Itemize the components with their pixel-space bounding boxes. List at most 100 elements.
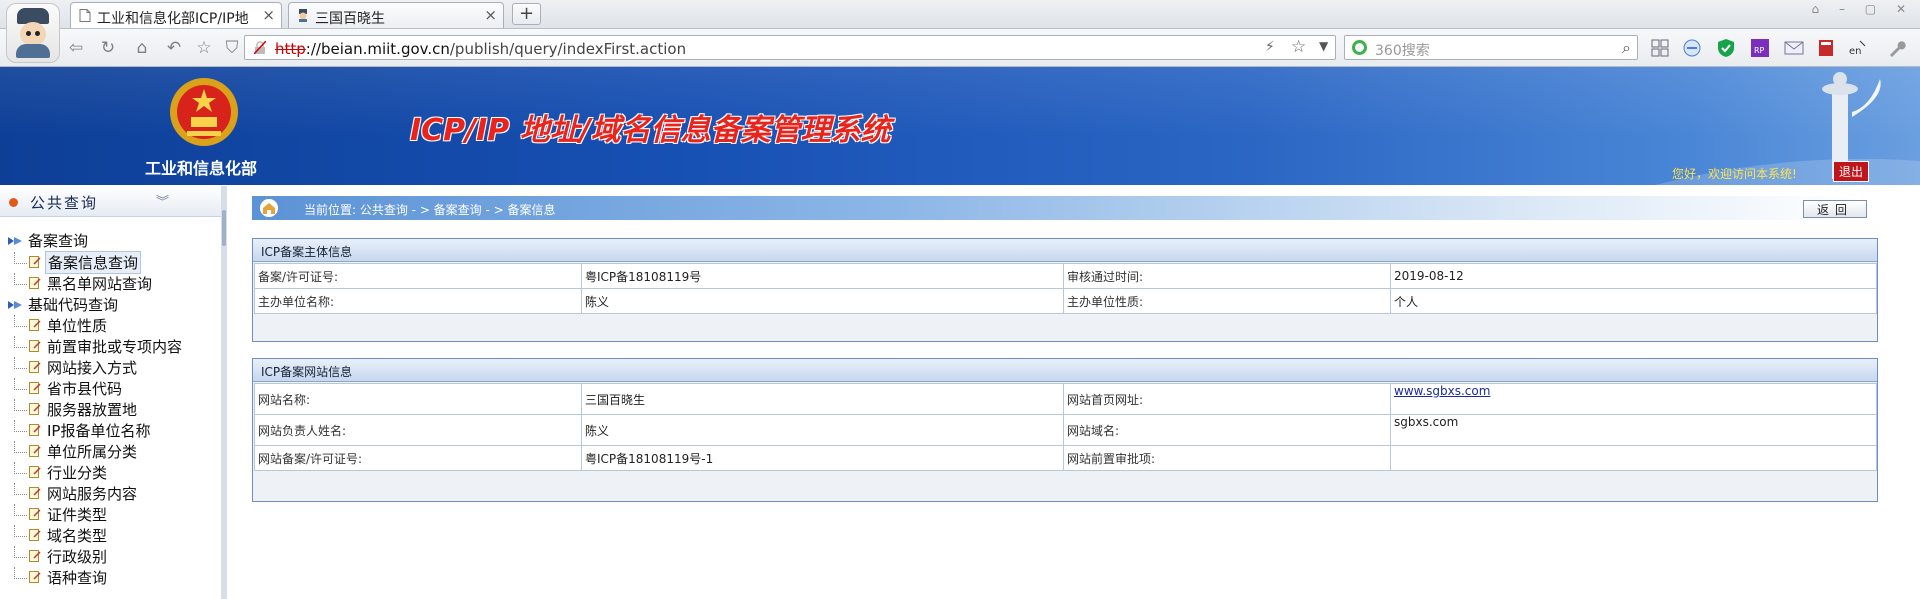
page-edit-icon: [29, 361, 41, 373]
home-icon[interactable]: [260, 199, 278, 217]
group-folder-icon: [8, 301, 22, 309]
page-edit-icon: [29, 382, 41, 394]
translate-en-icon[interactable]: en: [1848, 38, 1868, 58]
page-edit-icon: [29, 340, 41, 352]
new-tab-button[interactable]: +: [512, 3, 541, 25]
rp-extension-icon[interactable]: RP: [1750, 38, 1770, 58]
sidebar: 公共查询 ︾ 备案查询 备案信息查询 黑名单网站查询 基础代码查询 单位性质 前…: [0, 186, 222, 599]
value-approval-time: 2019-08-12: [1390, 263, 1877, 289]
mail-icon[interactable]: [1784, 38, 1804, 58]
url-text[interactable]: http://beian.miit.gov.cn/publish/query/i…: [275, 40, 686, 58]
close-tab-icon[interactable]: ×: [262, 6, 275, 24]
label-homepage-url: 网站首页网址:: [1063, 383, 1391, 415]
value-site-license-no: 粤ICP备18108119号-1: [581, 445, 1064, 471]
page-edit-icon: [29, 256, 41, 268]
close-tab-icon[interactable]: ×: [484, 6, 497, 24]
page-edit-icon: [29, 571, 41, 583]
refresh-icon[interactable]: ↻: [98, 38, 118, 58]
chevron-down-icon[interactable]: ▼: [1319, 39, 1328, 53]
label-site-name: 网站名称:: [254, 383, 582, 415]
tree-group-basic-codes[interactable]: 基础代码查询: [8, 294, 118, 315]
page-edit-icon: [29, 487, 41, 499]
tab-sgbxs[interactable]: 三国百晓生 ×: [288, 2, 504, 28]
subject-info-panel: ICP备案主体信息 备案/许可证号: 粤ICP备18108119号 审核通过时间…: [252, 238, 1878, 342]
website-info-panel: ICP备案网站信息 网站名称: 三国百晓生 网站首页网址: www.sgbxs.…: [252, 358, 1878, 502]
subject-info-table: 备案/许可证号: 粤ICP备18108119号 审核通过时间: 2019-08-…: [254, 263, 1877, 314]
grid-apps-icon[interactable]: [1650, 38, 1670, 58]
page-edit-icon: [29, 445, 41, 457]
table-row: 网站负责人姓名: 陈义 网站域名: sgbxs.com: [254, 414, 1877, 446]
label-site-owner: 网站负责人姓名:: [254, 414, 582, 446]
page-edit-icon: [29, 550, 41, 562]
homepage-link[interactable]: www.sgbxs.com: [1394, 384, 1490, 398]
search-engine-logo-icon: [1352, 40, 1367, 55]
tab-label: 工业和信息化部ICP/IP地: [97, 11, 249, 27]
browser-logo-icon[interactable]: [6, 3, 60, 63]
sidebar-splitter[interactable]: [221, 186, 227, 599]
logout-button[interactable]: 退出: [1833, 161, 1870, 182]
website-info-table: 网站名称: 三国百晓生 网站首页网址: www.sgbxs.com 网站负责人姓…: [254, 383, 1877, 471]
group-folder-icon: [8, 237, 22, 245]
value-site-owner: 陈义: [581, 414, 1064, 446]
shield-icon[interactable]: ⛉: [222, 38, 242, 58]
back-arrow-icon[interactable]: ⇦: [66, 38, 86, 58]
panel-title: ICP备案主体信息: [261, 245, 353, 259]
collapse-chevron-icon[interactable]: ︾: [156, 191, 169, 210]
tree-group-label: 基础代码查询: [28, 296, 119, 314]
search-icon[interactable]: ⌕: [1622, 38, 1631, 58]
page-edit-icon: [29, 424, 41, 436]
national-emblem-icon: [170, 78, 238, 146]
browser-tab-bar: 工业和信息化部ICP/IP地 × 三国百晓生 × + ⌂ – ▢ ✕: [0, 0, 1920, 29]
label-license-no: 备案/许可证号:: [254, 263, 582, 289]
tools-wrench-icon[interactable]: [1886, 38, 1906, 58]
label-sponsor-name: 主办单位名称:: [254, 288, 582, 314]
search-placeholder: 360搜索: [1375, 43, 1430, 59]
sidebar-header[interactable]: 公共查询 ︾: [0, 186, 221, 217]
search-box[interactable]: 360搜索 ⌕: [1344, 35, 1638, 60]
site-favicon-icon: [299, 9, 307, 22]
label-domain: 网站域名:: [1063, 414, 1391, 446]
tab-miit[interactable]: 工业和信息化部ICP/IP地 ×: [70, 2, 282, 28]
page-edit-icon: [29, 319, 41, 331]
tree-group-beian[interactable]: 备案查询: [8, 230, 88, 251]
site-header: 工业和信息化部 ICP/IP 地址/域名信息备案管理系统 您好，欢迎访问本系统!…: [0, 67, 1920, 185]
system-title: ICP/IP 地址/域名信息备案管理系统: [410, 113, 891, 148]
bullet-icon: [9, 198, 18, 207]
value-sponsor-name: 陈义: [581, 288, 1064, 314]
flash-icon[interactable]: ⚡: [1265, 39, 1275, 55]
page-edit-icon: [29, 403, 41, 415]
address-bar[interactable]: http://beian.miit.gov.cn/publish/query/i…: [244, 35, 1336, 60]
favorite-star-icon[interactable]: ☆: [194, 38, 214, 58]
svg-text:RP: RP: [1754, 46, 1765, 55]
value-site-name: 三国百晓生: [581, 383, 1064, 415]
page-edit-icon: [29, 529, 41, 541]
breadcrumb: 当前位置: 公共查询 - > 备案查询 - > 备案信息: [304, 203, 556, 217]
value-license-no: 粤ICP备18108119号: [581, 263, 1064, 289]
label-pre-approval: 网站前置审批项:: [1063, 445, 1391, 471]
panel-title: ICP备案网站信息: [261, 365, 353, 379]
table-row: 网站备案/许可证号: 粤ICP备18108119号-1 网站前置审批项:: [254, 445, 1877, 471]
breadcrumb-bar: 当前位置: 公共查询 - > 备案查询 - > 备案信息: [252, 196, 1852, 220]
value-domain: sgbxs.com: [1390, 414, 1877, 446]
label-sponsor-nature: 主办单位性质:: [1063, 288, 1391, 314]
back-button[interactable]: 返回: [1803, 200, 1867, 218]
ministry-name: 工业和信息化部: [145, 159, 258, 178]
window-controls[interactable]: ⌂ – ▢ ✕: [1812, 2, 1914, 16]
svg-text:en: en: [1849, 46, 1862, 57]
browser-nav-bar: ⇦ ↻ ⌂ ↶ ☆ ⛉ http://beian.miit.gov.cn/pub…: [0, 29, 1920, 67]
undo-icon[interactable]: ↶: [164, 38, 184, 58]
sidebar-title: 公共查询: [30, 194, 99, 212]
bookmark-star-icon[interactable]: ☆: [1291, 37, 1306, 57]
welcome-message: 您好，欢迎访问本系统!: [1672, 167, 1797, 181]
home-icon[interactable]: ⌂: [132, 38, 152, 58]
security-shield-icon[interactable]: [1716, 38, 1736, 58]
table-row: 网站名称: 三国百晓生 网站首页网址: www.sgbxs.com: [254, 383, 1877, 415]
book-extension-icon[interactable]: [1816, 38, 1836, 58]
value-pre-approval: [1390, 445, 1877, 471]
table-row: 备案/许可证号: 粤ICP备18108119号 审核通过时间: 2019-08-…: [254, 263, 1877, 289]
value-homepage-url-cell: www.sgbxs.com: [1390, 383, 1877, 415]
insecure-lock-icon: [254, 41, 266, 54]
value-sponsor-nature: 个人: [1390, 288, 1877, 314]
tab-label: 三国百晓生: [315, 11, 385, 27]
zoom-out-icon[interactable]: [1682, 38, 1702, 58]
